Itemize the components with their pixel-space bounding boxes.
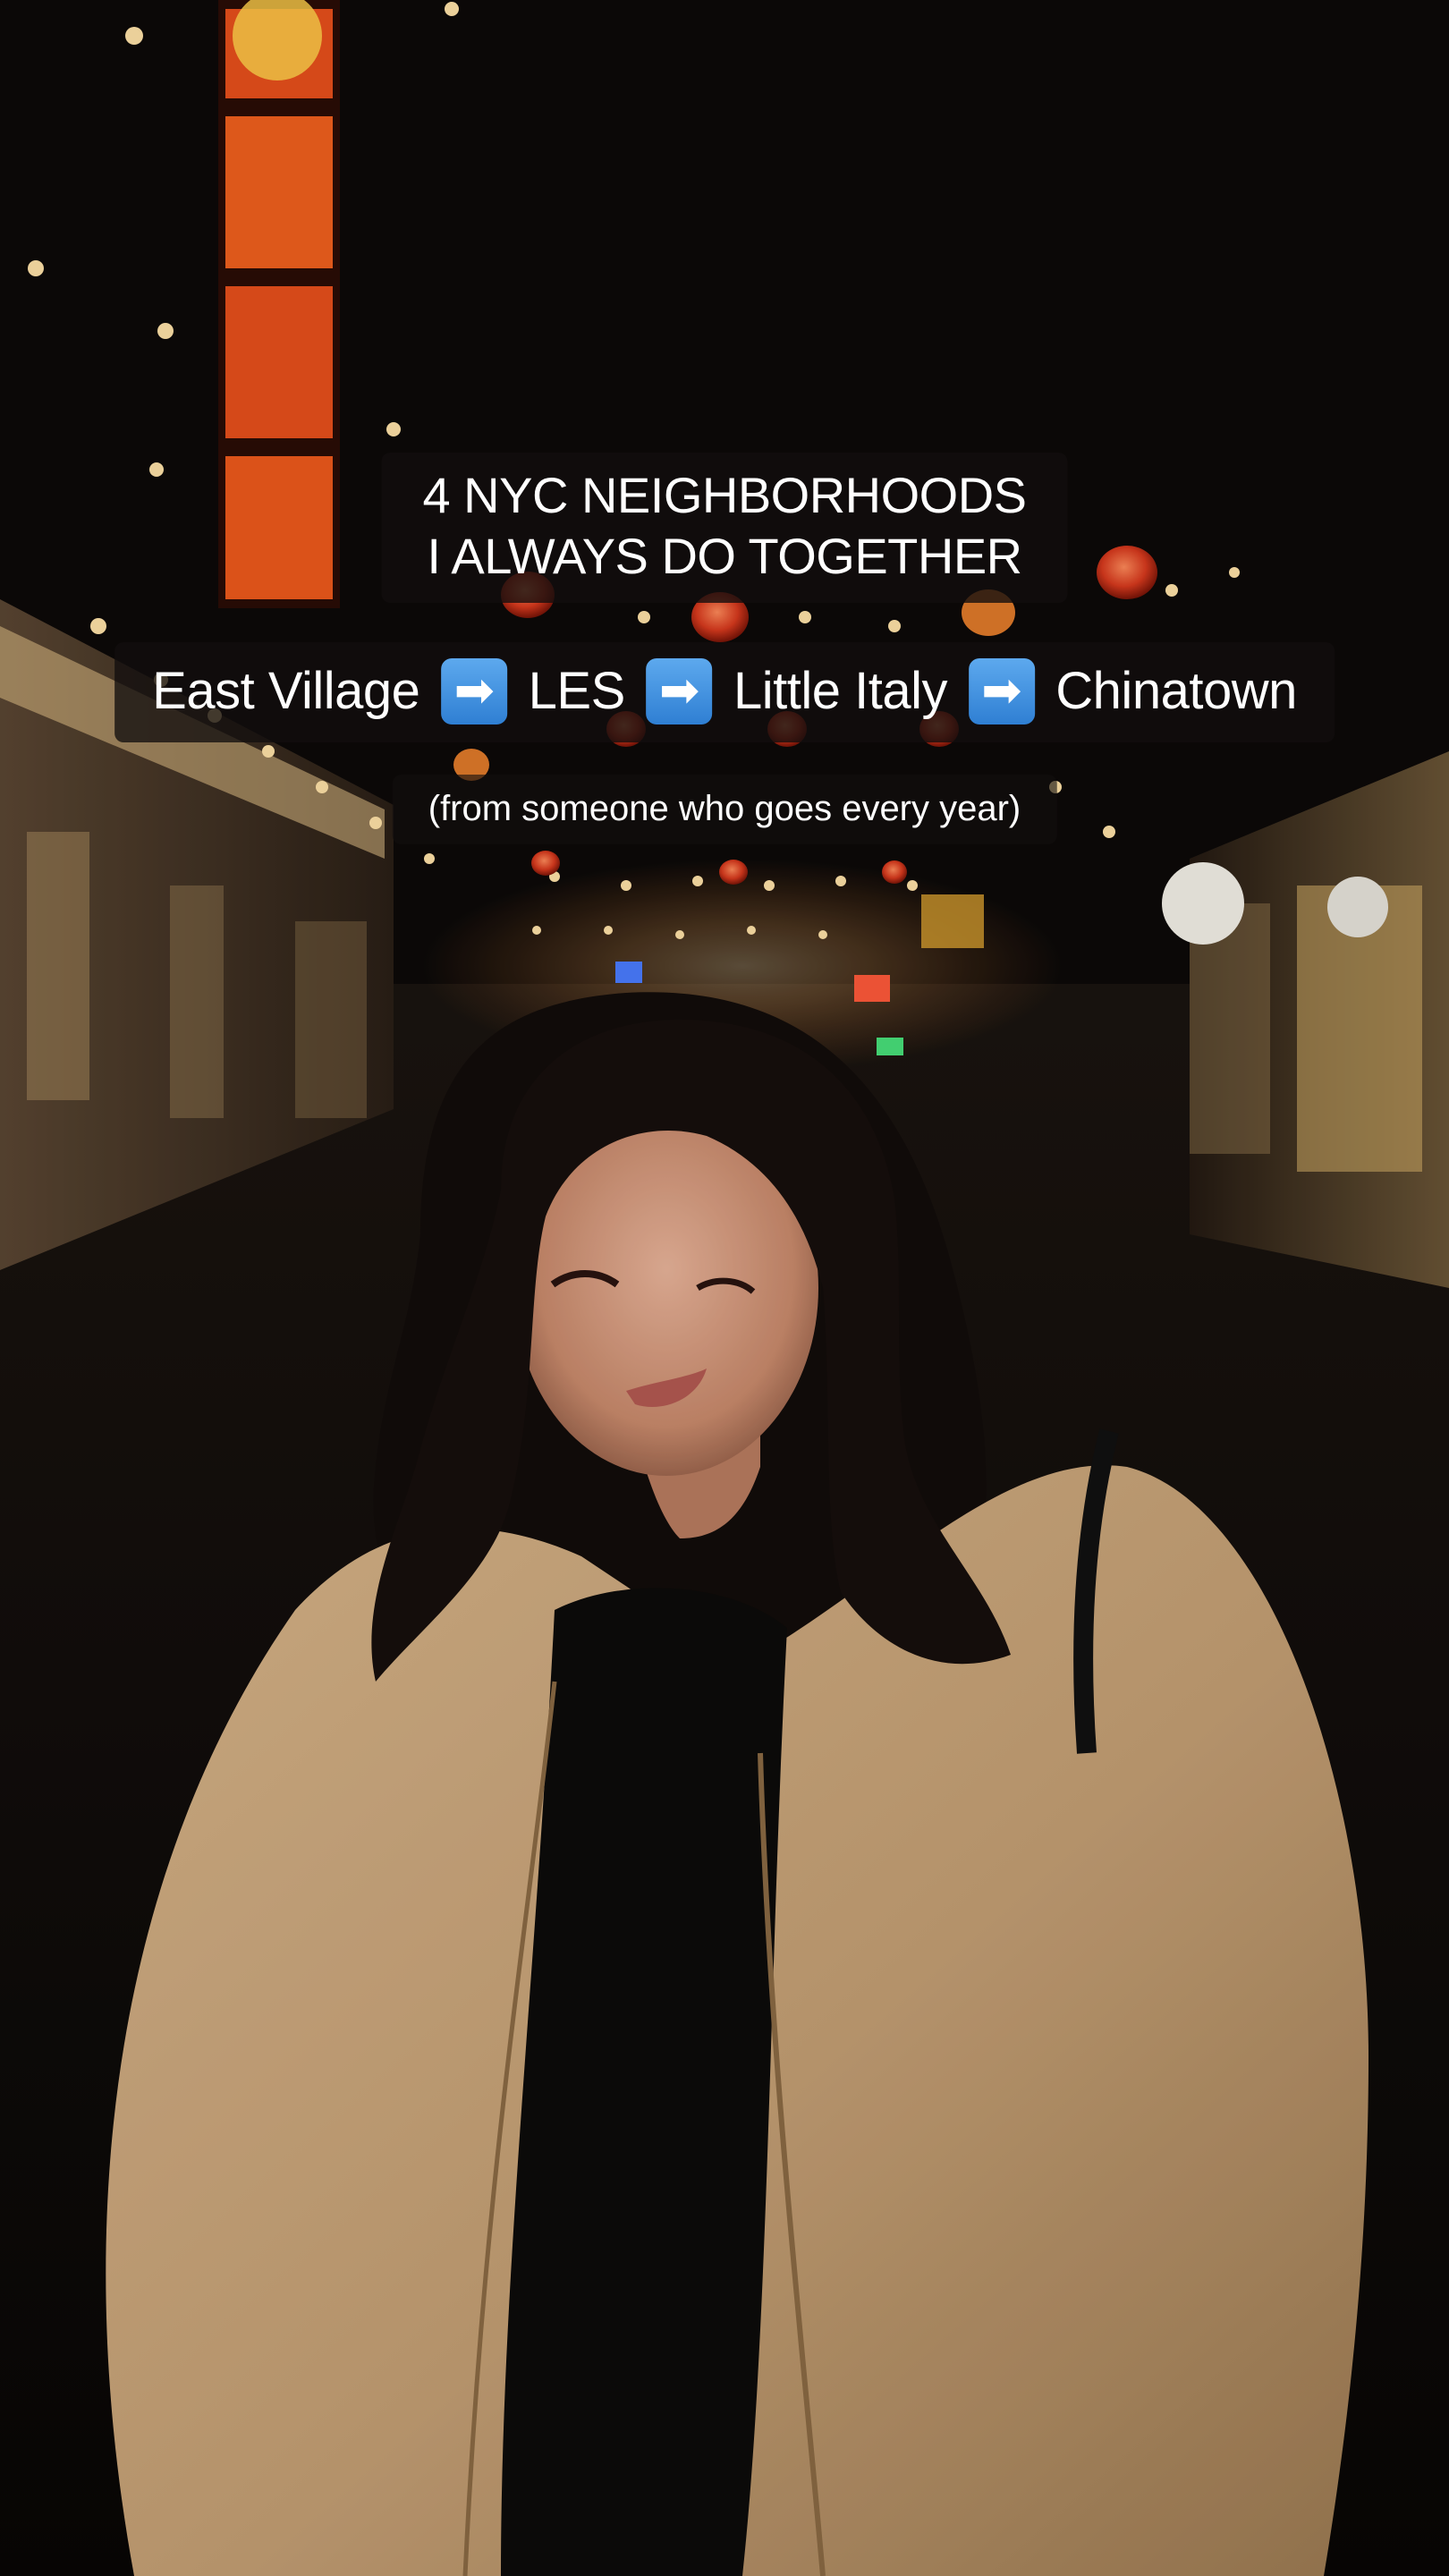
- title-caption: 4 NYC NEIGHBORHOODS I ALWAYS DO TOGETHER: [381, 453, 1068, 603]
- route-caption: East Village ➡ LES ➡ Little Italy ➡ Chin…: [114, 642, 1335, 742]
- route-stop-chinatown: Chinatown: [1055, 662, 1297, 720]
- right-arrow-icon: ➡: [646, 658, 713, 724]
- title-line-2: I ALWAYS DO TOGETHER: [427, 528, 1022, 584]
- story-frame: 4 NYC NEIGHBORHOODS I ALWAYS DO TOGETHER…: [0, 0, 1449, 2576]
- caption-overlay: 4 NYC NEIGHBORHOODS I ALWAYS DO TOGETHER…: [0, 0, 1449, 2576]
- right-arrow-icon: ➡: [441, 658, 508, 724]
- title-line-1: 4 NYC NEIGHBORHOODS: [422, 467, 1027, 523]
- route-stop-little-italy: Little Italy: [733, 662, 948, 720]
- subtitle-caption: (from someone who goes every year): [392, 775, 1057, 844]
- right-arrow-icon: ➡: [968, 658, 1035, 724]
- route-stop-east-village: East Village: [152, 662, 420, 720]
- route-stop-les: LES: [528, 662, 626, 720]
